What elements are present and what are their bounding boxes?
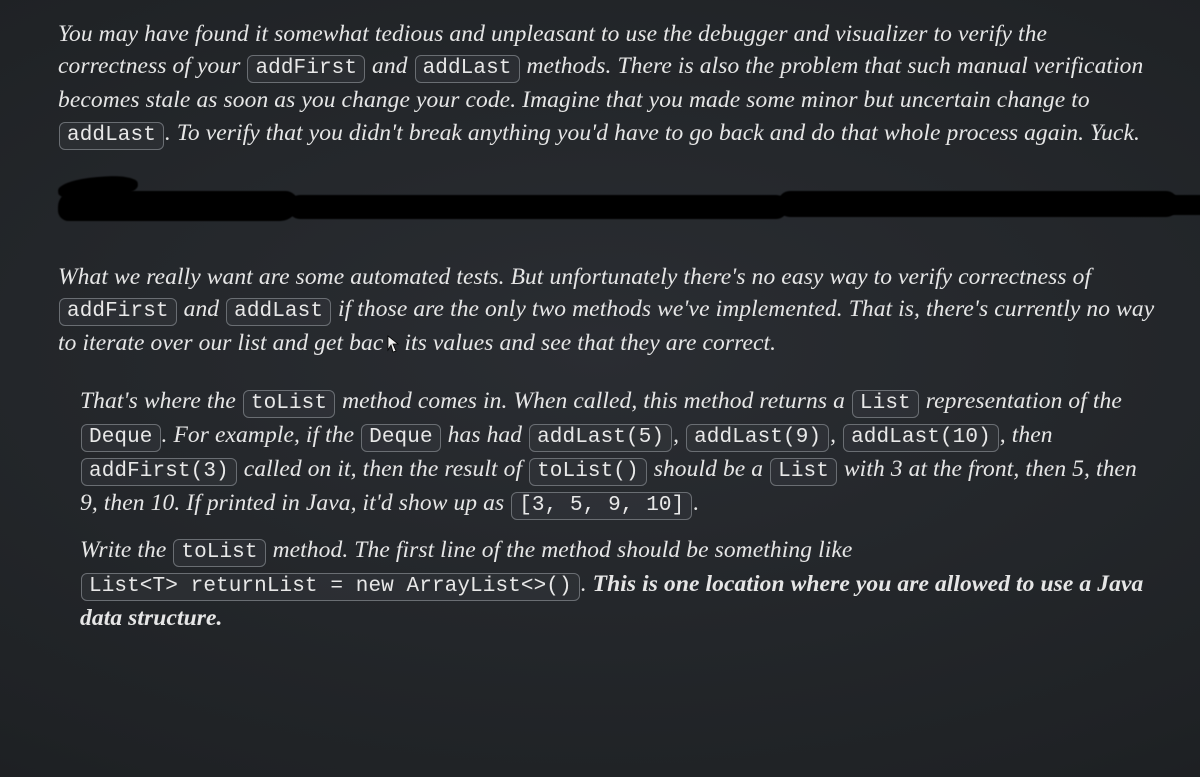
code-addlast-5: addLast(5) [529,424,672,452]
paragraph-tolist-explain: That's where the toList method comes in.… [58,385,1158,521]
paragraph-automated-tests: What we really want are some automated t… [58,261,1158,363]
text: . [693,490,699,516]
code-deque: Deque [81,424,161,452]
code-tolist: toList [243,390,335,418]
code-addlast: addLast [226,298,331,326]
code-addfirst: addFirst [59,298,177,326]
text: method comes in. When called, this metho… [336,388,851,414]
text: , then [1000,422,1053,448]
code-addlast-9: addLast(9) [686,424,829,452]
text: should be a [648,456,769,482]
code-addlast-10: addLast(10) [843,424,999,452]
text: Write the [80,537,172,563]
code-arraylist-decl: List<T> returnList = new ArrayList<>() [81,573,580,601]
redacted-scribble [58,173,1158,231]
text: representation of the [920,388,1122,414]
code-addlast: addLast [59,122,164,150]
text: , [830,422,842,448]
document-page: You may have found it somewhat tedious a… [0,0,1200,677]
code-addlast: addLast [415,55,520,83]
code-list: List [852,390,919,418]
text: its values and see that they are correct… [404,330,776,356]
scribble-mark [778,191,1178,217]
code-deque: Deque [361,424,441,452]
text: and [178,296,226,322]
text: , [673,422,685,448]
text: . For example, if the [162,422,361,448]
code-list: List [770,458,837,486]
code-result-array: [3, 5, 9, 10] [511,492,692,520]
code-addfirst-3: addFirst(3) [81,458,237,486]
text: That's where the [80,388,242,414]
code-addfirst: addFirst [247,55,365,83]
text: method. The first line of the method sho… [267,537,853,563]
code-tolist-call: toList() [529,458,647,486]
text: . To verify that you didn't break anythi… [165,120,1140,146]
paragraph-intro: You may have found it somewhat tedious a… [58,18,1158,151]
scribble-mark [1148,195,1200,215]
scribble-mark [288,195,788,219]
text: What we really want are some automated t… [58,264,1091,290]
text: and [366,53,414,79]
text: . [581,571,593,597]
code-tolist: toList [173,539,265,567]
text: has had [442,422,528,448]
cursor-icon [385,330,403,362]
text: called on it, then the result of [238,456,528,482]
paragraph-write-tolist: Write the toList method. The first line … [58,534,1158,634]
